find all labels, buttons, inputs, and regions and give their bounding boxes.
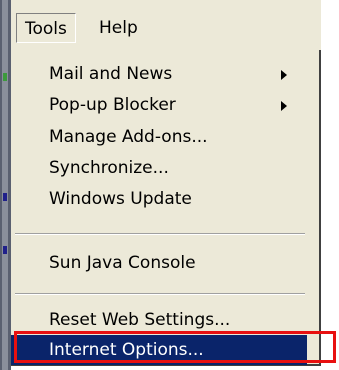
menu-item-synchronize[interactable]: Synchronize...	[11, 153, 307, 183]
menu-bar: Tools Help	[11, 0, 321, 50]
menu-separator	[15, 233, 305, 235]
submenu-arrow-icon	[281, 70, 287, 80]
menu-item-label: Windows Update	[49, 189, 192, 209]
menu-item-manage-add-ons[interactable]: Manage Add-ons...	[11, 122, 307, 152]
window-edge	[0, 0, 11, 370]
annotation-highlight-box	[14, 331, 336, 363]
menu-item-mail-and-news[interactable]: Mail and News	[11, 59, 307, 89]
edge-blue-mark	[3, 246, 7, 254]
menu-item-popup-blocker[interactable]: Pop-up Blocker	[11, 90, 307, 120]
tools-menu: Mail and News Pop-up Blocker Manage Add-…	[11, 50, 321, 366]
menu-item-label: Mail and News	[49, 64, 173, 84]
window-edge-strip	[2, 0, 8, 370]
edge-green-mark	[3, 73, 7, 81]
menu-tools[interactable]: Tools	[16, 13, 76, 43]
menu-item-sun-java-console[interactable]: Sun Java Console	[11, 248, 307, 278]
menu-item-label: Manage Add-ons...	[49, 127, 208, 147]
menu-item-label: Pop-up Blocker	[49, 95, 176, 115]
menu-item-label: Sun Java Console	[49, 253, 196, 273]
menu-separator	[15, 293, 305, 295]
menu-item-windows-update[interactable]: Windows Update	[11, 184, 307, 214]
menu-help[interactable]: Help	[91, 13, 146, 43]
edge-blue-mark	[3, 193, 7, 201]
submenu-arrow-icon	[281, 101, 287, 111]
menu-item-label: Synchronize...	[49, 158, 169, 178]
menu-item-label: Reset Web Settings...	[49, 310, 231, 330]
